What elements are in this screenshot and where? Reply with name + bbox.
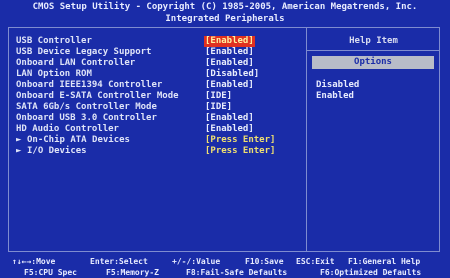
- key-hint-failsafe: F8:Fail-Safe Defaults: [186, 268, 288, 277]
- bios-title: CMOS Setup Utility - Copyright (C) 1985-…: [32, 2, 418, 12]
- setting-value[interactable]: [Press Enter]: [204, 146, 276, 157]
- setting-label: USB Device Legacy Support: [16, 47, 152, 57]
- setting-value[interactable]: [Enabled]: [204, 47, 255, 58]
- setting-value[interactable]: [Enabled]: [204, 124, 255, 135]
- setting-label: On-Chip ATA Devices: [27, 135, 130, 145]
- setting-label: Onboard IEEE1394 Controller: [16, 80, 163, 90]
- setting-value[interactable]: [Disabled]: [204, 69, 260, 80]
- setting-row-usb3-controller[interactable]: Onboard USB 3.0 Controller [Enabled]: [16, 113, 301, 124]
- panel-divider: [306, 27, 307, 252]
- submenu-arrow-icon: ►: [16, 135, 22, 145]
- page-title: Integrated Peripherals: [165, 14, 285, 24]
- bios-header: CMOS Setup Utility - Copyright (C) 1985-…: [0, 0, 450, 26]
- submenu-row-io-devices[interactable]: ► I/O Devices [Press Enter]: [16, 146, 301, 157]
- setting-label: Onboard USB 3.0 Controller: [16, 113, 157, 123]
- options-header: Options: [312, 56, 434, 69]
- setting-value[interactable]: [Enabled]: [204, 80, 255, 91]
- setting-value[interactable]: [Enabled]: [204, 58, 255, 69]
- setting-value[interactable]: [Enabled]: [204, 36, 255, 47]
- key-hint-cpu-spec: F5:CPU Spec: [24, 268, 77, 277]
- key-hint-memory: F5:Memory-Z: [106, 268, 159, 277]
- setting-value[interactable]: [IDE]: [204, 91, 233, 102]
- key-hint-value: +/-/:Value: [172, 257, 221, 266]
- key-help-footer: ↑↓←→:Move Enter:Select +/-/:Value F10:Sa…: [0, 255, 450, 278]
- setting-row-hd-audio[interactable]: HD Audio Controller [Enabled]: [16, 124, 301, 135]
- key-hint-help: F1:General Help: [348, 257, 421, 266]
- setting-label: SATA 6Gb/s Controller Mode: [16, 102, 157, 112]
- key-hint-select: Enter:Select: [90, 257, 148, 266]
- setting-label: HD Audio Controller: [16, 124, 119, 134]
- setting-row-lan-controller[interactable]: Onboard LAN Controller [Enabled]: [16, 58, 301, 69]
- setting-label: Onboard E-SATA Controller Mode: [16, 91, 179, 101]
- key-hint-exit: ESC:Exit: [296, 257, 335, 266]
- setting-value[interactable]: [Press Enter]: [204, 135, 276, 146]
- setting-row-sata6-mode[interactable]: SATA 6Gb/s Controller Mode [IDE]: [16, 102, 301, 113]
- setting-value[interactable]: [Enabled]: [204, 113, 255, 124]
- submenu-row-onchip-ata[interactable]: ► On-Chip ATA Devices [Press Enter]: [16, 135, 301, 146]
- option-item: Enabled: [316, 91, 354, 101]
- setting-label: Onboard LAN Controller: [16, 58, 136, 68]
- submenu-arrow-icon: ►: [16, 146, 22, 156]
- setting-row-usb-controller[interactable]: USB Controller [Enabled]: [16, 36, 301, 47]
- key-hint-save: F10:Save: [245, 257, 284, 266]
- option-item: Disabled: [316, 80, 360, 90]
- setting-label: LAN Option ROM: [16, 69, 92, 79]
- setting-label: USB Controller: [16, 36, 92, 46]
- setting-row-usb-legacy[interactable]: USB Device Legacy Support [Enabled]: [16, 47, 301, 58]
- help-title: Help Item: [349, 36, 398, 46]
- help-divider: [307, 50, 440, 51]
- setting-row-ieee1394[interactable]: Onboard IEEE1394 Controller [Enabled]: [16, 80, 301, 91]
- key-hint-optimized: F6:Optimized Defaults: [320, 268, 422, 277]
- setting-row-lan-option-rom[interactable]: LAN Option ROM [Disabled]: [16, 69, 301, 80]
- setting-row-esata-mode[interactable]: Onboard E-SATA Controller Mode [IDE]: [16, 91, 301, 102]
- setting-label: I/O Devices: [27, 146, 87, 156]
- key-hint-move: ↑↓←→:Move: [12, 257, 56, 266]
- setting-value[interactable]: [IDE]: [204, 102, 233, 113]
